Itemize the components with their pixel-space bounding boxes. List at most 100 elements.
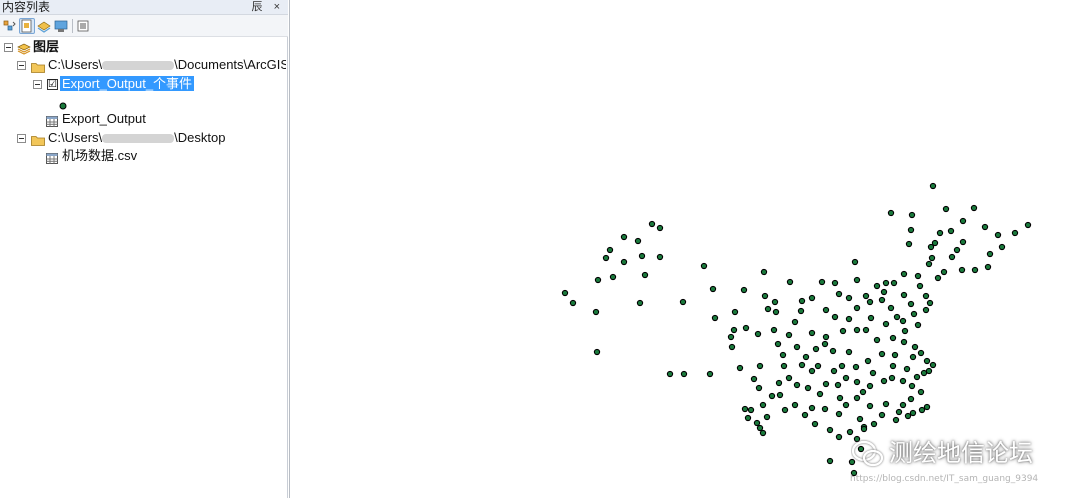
airport-point[interactable]	[834, 381, 842, 389]
airport-point[interactable]	[808, 367, 816, 375]
airport-point[interactable]	[786, 278, 794, 286]
airport-point[interactable]	[853, 276, 861, 284]
airport-point[interactable]	[880, 288, 888, 296]
airport-point[interactable]	[928, 254, 936, 262]
airport-point[interactable]	[593, 348, 601, 356]
airport-point[interactable]	[859, 388, 867, 396]
airport-point[interactable]	[916, 282, 924, 290]
airport-point[interactable]	[895, 408, 903, 416]
airport-point[interactable]	[862, 326, 870, 334]
airport-point[interactable]	[936, 229, 944, 237]
airport-point[interactable]	[1011, 229, 1019, 237]
airport-point[interactable]	[913, 373, 921, 381]
airport-point[interactable]	[869, 369, 877, 377]
airport-point[interactable]	[821, 340, 829, 348]
airport-point[interactable]	[981, 223, 989, 231]
airport-point[interactable]	[741, 405, 749, 413]
airport-point[interactable]	[1024, 221, 1032, 229]
airport-point[interactable]	[853, 394, 861, 402]
airport-point[interactable]	[620, 233, 628, 241]
options-icon[interactable]	[75, 18, 91, 34]
airport-point[interactable]	[860, 425, 868, 433]
airport-point[interactable]	[730, 326, 738, 334]
list-by-visibility-icon[interactable]	[36, 18, 52, 34]
airport-point[interactable]	[971, 266, 979, 274]
airport-point[interactable]	[888, 374, 896, 382]
airport-point[interactable]	[798, 361, 806, 369]
airport-point[interactable]	[878, 296, 886, 304]
airport-point[interactable]	[986, 250, 994, 258]
airport-point[interactable]	[728, 343, 736, 351]
airport-point[interactable]	[903, 365, 911, 373]
airport-point[interactable]	[953, 246, 961, 254]
airport-point[interactable]	[648, 220, 656, 228]
airport-point[interactable]	[822, 333, 830, 341]
airport-point[interactable]	[711, 314, 719, 322]
airport-point[interactable]	[887, 209, 895, 217]
airport-point[interactable]	[830, 367, 838, 375]
map-canvas[interactable]	[290, 0, 1080, 498]
airport-point[interactable]	[893, 313, 901, 321]
airport-point[interactable]	[890, 279, 898, 287]
airport-point[interactable]	[814, 362, 822, 370]
airport-point[interactable]	[798, 297, 806, 305]
airport-point[interactable]	[870, 420, 878, 428]
list-by-drawing-order-icon[interactable]	[2, 18, 18, 34]
airport-point[interactable]	[808, 294, 816, 302]
airport-point[interactable]	[882, 320, 890, 328]
airport-point[interactable]	[808, 329, 816, 337]
airport-point[interactable]	[845, 348, 853, 356]
airport-point[interactable]	[811, 420, 819, 428]
airport-point[interactable]	[889, 362, 897, 370]
airport-point[interactable]	[760, 268, 768, 276]
airport-point[interactable]	[959, 217, 967, 225]
list-by-selection-icon[interactable]	[53, 18, 69, 34]
airport-point[interactable]	[917, 349, 925, 357]
airport-point[interactable]	[914, 321, 922, 329]
airport-point[interactable]	[923, 357, 931, 365]
airport-point[interactable]	[802, 353, 810, 361]
airport-point[interactable]	[856, 415, 864, 423]
airport-point[interactable]	[620, 258, 628, 266]
airport-point[interactable]	[756, 424, 764, 432]
airport-point[interactable]	[656, 253, 664, 261]
airport-point[interactable]	[594, 276, 602, 284]
airport-point[interactable]	[852, 363, 860, 371]
airport-point[interactable]	[609, 273, 617, 281]
airport-point[interactable]	[882, 400, 890, 408]
airport-point[interactable]	[826, 457, 834, 465]
airport-point[interactable]	[754, 330, 762, 338]
airport-point[interactable]	[759, 401, 767, 409]
airport-point[interactable]	[641, 271, 649, 279]
airport-point[interactable]	[774, 340, 782, 348]
airport-point[interactable]	[750, 375, 758, 383]
map-view[interactable]	[289, 0, 1080, 498]
airport-point[interactable]	[772, 308, 780, 316]
collapse-folder2-button[interactable]	[17, 134, 26, 143]
airport-point[interactable]	[836, 394, 844, 402]
airport-point[interactable]	[764, 305, 772, 313]
airport-point[interactable]	[878, 411, 886, 419]
airport-point[interactable]	[914, 272, 922, 280]
airport-point[interactable]	[709, 285, 717, 293]
airport-point[interactable]	[998, 243, 1006, 251]
airport-point[interactable]	[958, 266, 966, 274]
airport-point[interactable]	[592, 308, 600, 316]
airport-point[interactable]	[842, 374, 850, 382]
airport-point[interactable]	[680, 370, 688, 378]
airport-point[interactable]	[816, 390, 824, 398]
airport-point[interactable]	[755, 384, 763, 392]
airport-point[interactable]	[878, 350, 886, 358]
airport-point[interactable]	[561, 289, 569, 297]
layers-root-label[interactable]: 图层	[33, 38, 59, 56]
airport-point[interactable]	[866, 402, 874, 410]
airport-point[interactable]	[845, 294, 853, 302]
airport-point[interactable]	[744, 414, 752, 422]
folder2-path[interactable]: C:\Users\ \Desktop	[48, 129, 225, 147]
airport-point[interactable]	[866, 298, 874, 306]
collapse-folder1-button[interactable]	[17, 61, 26, 70]
airport-point[interactable]	[835, 410, 843, 418]
airport-point[interactable]	[793, 343, 801, 351]
airport-point[interactable]	[770, 326, 778, 334]
airport-point[interactable]	[889, 334, 897, 342]
